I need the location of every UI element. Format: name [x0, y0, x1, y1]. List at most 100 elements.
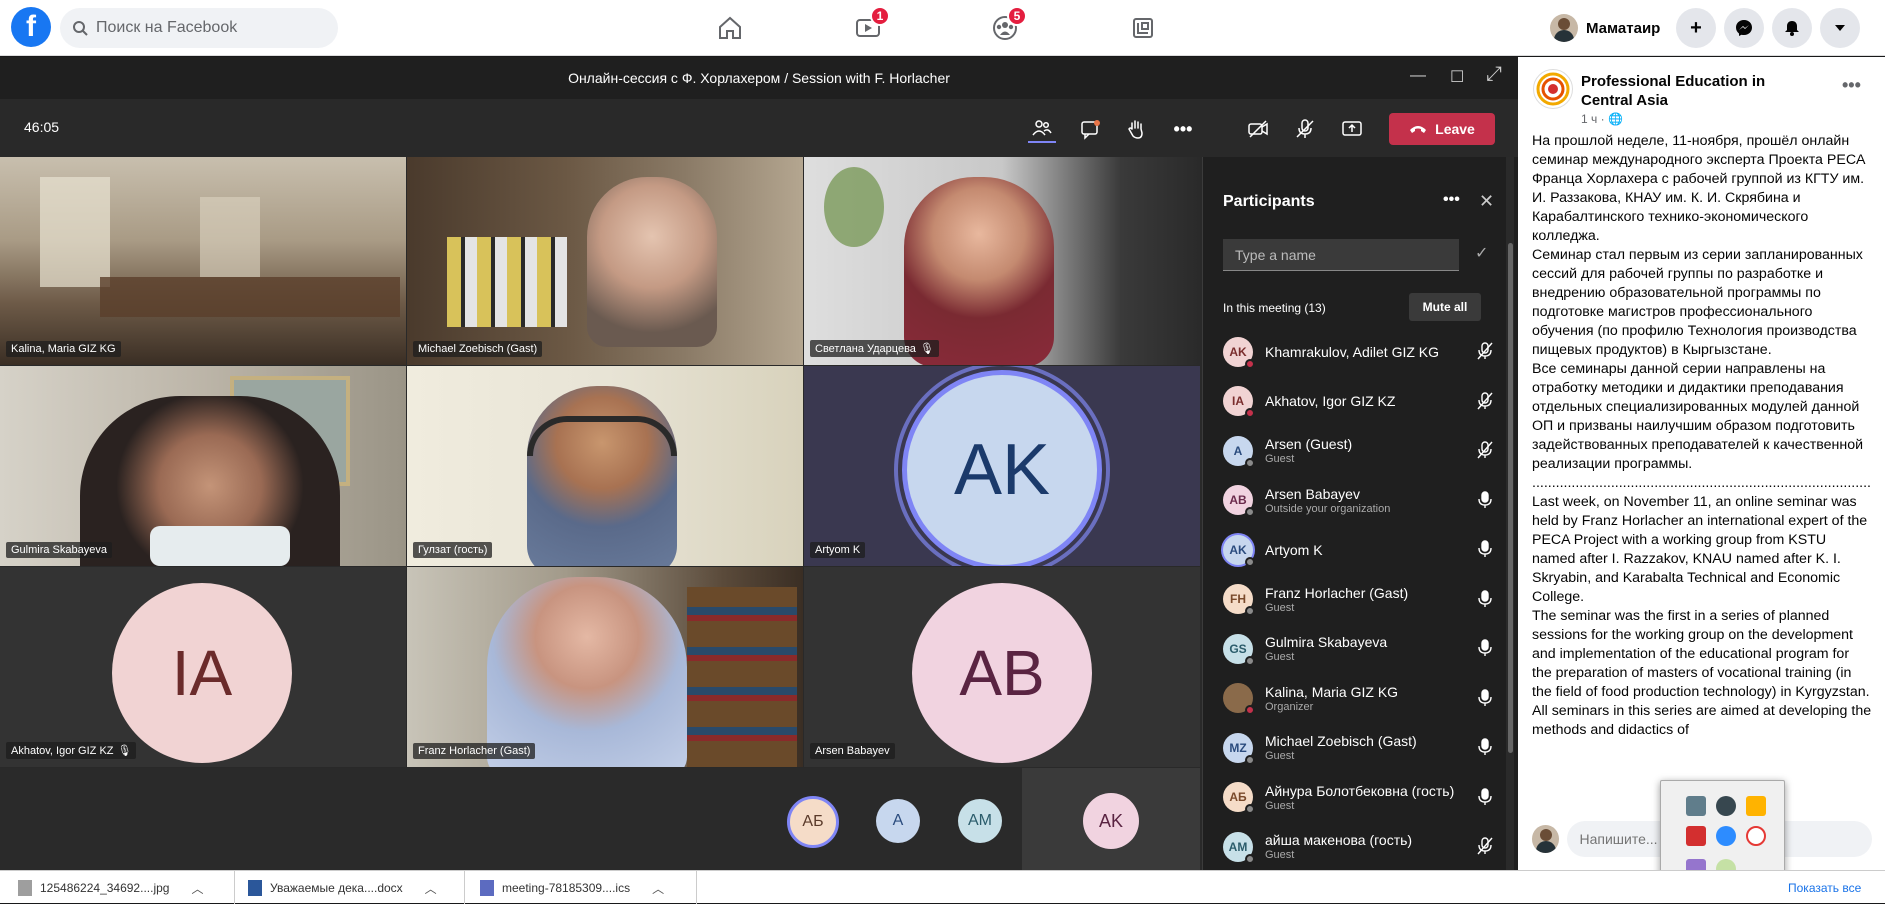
video-tile[interactable]: Гулзат (гость)	[407, 366, 803, 566]
zoom-icon[interactable]	[1716, 826, 1736, 846]
post-time[interactable]: 1 ч · 🌐	[1581, 112, 1623, 126]
video-tile[interactable]: Светлана Ударцева 🎙	[804, 157, 1200, 365]
participant-name: Franz Horlacher (Gast)	[1265, 584, 1409, 601]
facebook-search-input[interactable]	[96, 19, 316, 37]
maximize-icon[interactable]: ☐	[1450, 67, 1464, 87]
leave-button[interactable]: Leave	[1389, 113, 1495, 145]
messenger-button[interactable]	[1724, 8, 1764, 48]
participant-row[interactable]: GS Gulmira Skabayeva Guest	[1203, 624, 1509, 674]
chevron-down-icon	[1835, 25, 1845, 31]
download-item[interactable]: 125486224_34692....jpg ︿	[18, 876, 203, 900]
participant-row[interactable]: АБ Айнура Болотбековна (гость) Guest	[1203, 773, 1509, 823]
share-button[interactable]	[1338, 115, 1366, 143]
participant-initials: AK	[1229, 344, 1247, 359]
participant-row[interactable]: AK Khamrakulov, Adilet GIZ KG	[1203, 327, 1509, 377]
tray-app-icon[interactable]	[1686, 796, 1706, 816]
mic-icon[interactable]	[1475, 539, 1495, 559]
show-all-downloads-link[interactable]: Показать все	[1788, 881, 1861, 895]
yandex-icon[interactable]	[1746, 826, 1766, 846]
participant-row[interactable]: MZ Michael Zoebisch (Gast) Guest	[1203, 723, 1509, 773]
avatar[interactable]: АБ	[787, 796, 839, 848]
pdf-icon[interactable]	[1686, 826, 1706, 846]
participant-info: айша макенова (гость) Guest	[1265, 832, 1412, 861]
profile-name: Маматаир	[1586, 19, 1661, 37]
avatar[interactable]: A	[876, 799, 920, 843]
account-menu-button[interactable]	[1820, 8, 1860, 48]
scrollbar-thumb[interactable]	[1508, 243, 1513, 753]
facebook-search[interactable]	[60, 8, 338, 48]
nav-home[interactable]	[710, 10, 750, 46]
participant-row[interactable]: FH Franz Horlacher (Gast) Guest	[1203, 575, 1509, 625]
mic-icon[interactable]	[1475, 490, 1495, 510]
video-tile[interactable]: AK Artyom K	[804, 366, 1200, 566]
tray-app-icon[interactable]	[1716, 796, 1736, 816]
mic-icon[interactable]	[1475, 638, 1495, 658]
participant-role: Guest	[1265, 750, 1295, 763]
mic-icon[interactable]	[1475, 787, 1495, 807]
video-tile[interactable]: AB Arsen Babayev	[804, 567, 1200, 767]
mic-off-icon[interactable]	[1475, 440, 1495, 460]
check-icon[interactable]: ✓	[1475, 243, 1488, 263]
nav-groups[interactable]: 5	[985, 6, 1027, 46]
participant-info: Franz Horlacher (Gast) Guest	[1265, 585, 1408, 614]
mute-all-button[interactable]: Mute all	[1409, 293, 1481, 321]
post-more-icon[interactable]: •••	[1842, 75, 1861, 96]
org-name[interactable]: Professional Education in Central Asia	[1581, 72, 1821, 110]
participant-row[interactable]: IA Akhatov, Igor GIZ KZ	[1203, 377, 1509, 427]
video-tile[interactable]: Kalina, Maria GIZ KG	[0, 157, 406, 365]
tile-name-label: Gulmira Skabayeva	[6, 542, 112, 558]
participant-row[interactable]: AB Arsen Babayev Outside your organization	[1203, 476, 1509, 526]
mic-off-icon[interactable]	[1475, 391, 1495, 411]
mic-icon[interactable]	[1475, 737, 1495, 757]
mic-icon[interactable]	[1475, 589, 1495, 609]
mic-off-icon[interactable]	[1475, 341, 1495, 361]
mic-off-icon[interactable]	[1475, 836, 1495, 856]
avatar[interactable]: AK	[1083, 793, 1139, 849]
download-item[interactable]: Уважаемые дека....docx ︿	[248, 876, 437, 900]
participants-panel: Participants ••• ✕ ✓ In this meeting (13…	[1202, 157, 1518, 870]
close-icon[interactable]: ✕	[1479, 191, 1494, 212]
raise-hand-button[interactable]	[1122, 115, 1150, 143]
facebook-logo[interactable]: f	[11, 7, 51, 47]
participant-row[interactable]: AM айша макенова (гость) Guest	[1203, 822, 1509, 872]
create-button[interactable]: +	[1676, 8, 1716, 48]
chat-icon	[1081, 120, 1100, 140]
video-tile[interactable]: Franz Horlacher (Gast)	[407, 567, 803, 767]
notifications-button[interactable]	[1772, 8, 1812, 48]
mic-icon[interactable]	[1475, 688, 1495, 708]
chevron-up-icon[interactable]: ︿	[652, 880, 664, 897]
participant-row[interactable]: AK Artyom K	[1203, 525, 1509, 575]
video-tile[interactable]: IA Akhatov, Igor GIZ KZ 🎙	[0, 567, 406, 767]
plus-icon: +	[1690, 16, 1702, 39]
participant-search-input[interactable]	[1223, 239, 1459, 271]
participants-toggle[interactable]	[1028, 115, 1056, 143]
participant-name: Khamrakulov, Adilet GIZ KG	[1265, 343, 1440, 360]
chat-toggle[interactable]	[1076, 115, 1104, 143]
participant-row[interactable]: A Arsen (Guest) Guest	[1203, 426, 1509, 476]
nav-gaming[interactable]	[1123, 10, 1163, 46]
avatar: AK	[902, 370, 1102, 566]
minimize-icon[interactable]: —	[1410, 67, 1426, 85]
profile-link[interactable]: Маматаир	[1550, 11, 1660, 45]
camera-toggle[interactable]	[1244, 115, 1272, 143]
participant-avatar: MZ	[1223, 732, 1255, 765]
org-logo[interactable]	[1533, 69, 1573, 109]
expand-icon[interactable]: ⤢	[1486, 63, 1502, 86]
warning-icon[interactable]	[1746, 796, 1766, 816]
download-item[interactable]: meeting-78185309....ics ︿	[480, 876, 664, 900]
video-tile[interactable]: Michael Zoebisch (Gast)	[407, 157, 803, 365]
more-actions-button[interactable]: •••	[1169, 115, 1197, 143]
presence-dot	[1245, 754, 1255, 765]
participant-info: Khamrakulov, Adilet GIZ KG	[1265, 344, 1439, 360]
chevron-up-icon[interactable]: ︿	[191, 880, 203, 897]
participants-more-icon[interactable]: •••	[1443, 191, 1460, 209]
participant-row[interactable]: Kalina, Maria GIZ KG Organizer	[1203, 674, 1509, 724]
nav-watch[interactable]: 1	[848, 6, 890, 46]
avatar[interactable]: AM	[958, 799, 1002, 843]
post-text: На прошлой неделе, 11-ноября, прошёл онл…	[1532, 133, 1872, 738]
video-tile[interactable]: Gulmira Skabayeva	[0, 366, 406, 566]
chevron-up-icon[interactable]: ︿	[425, 880, 437, 897]
mic-off-icon: 🎙	[117, 745, 132, 757]
mic-toggle[interactable]	[1291, 115, 1319, 143]
more-icon: •••	[1173, 118, 1193, 139]
